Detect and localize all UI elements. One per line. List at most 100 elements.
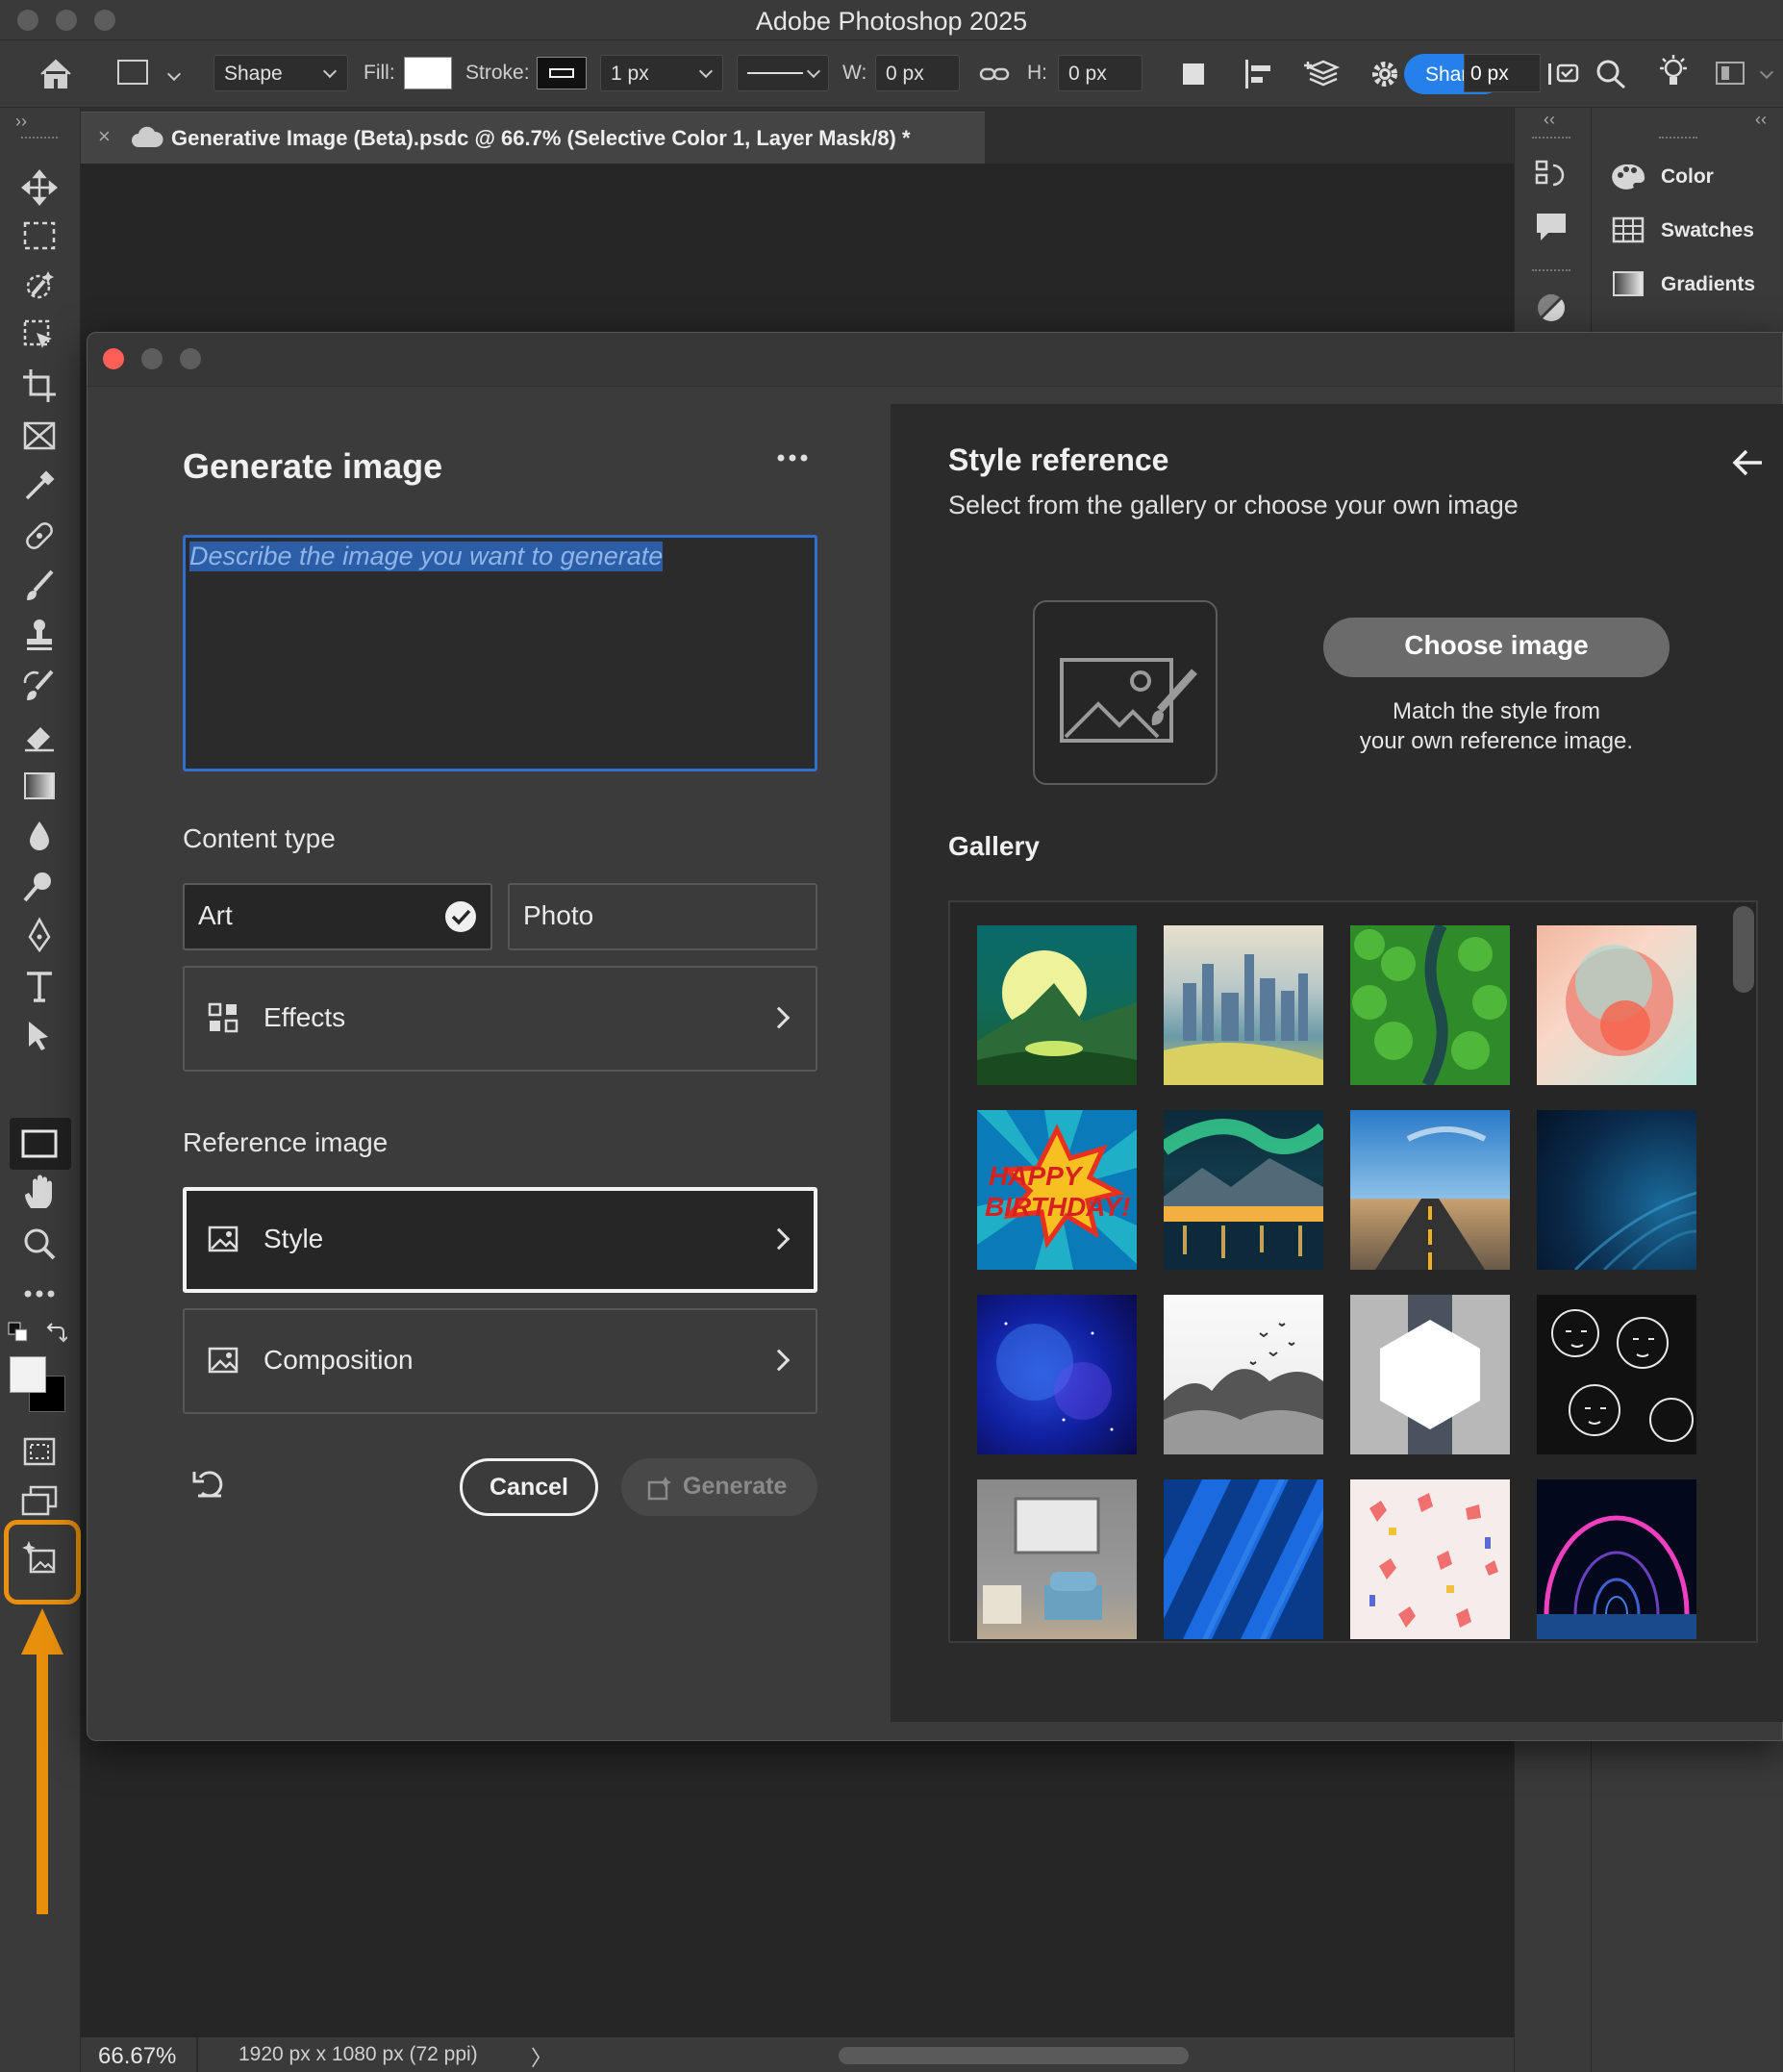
shape-rect-icon[interactable]: [117, 60, 148, 85]
generate-image-tool-icon[interactable]: [19, 1537, 60, 1578]
gallery-item-forest-river[interactable]: [1350, 925, 1510, 1085]
gallery-item-happy-birthday-comic[interactable]: HAPPY BIRTHDAY!: [977, 1110, 1137, 1270]
hand-tool-icon[interactable]: [19, 1174, 60, 1214]
dialog-minimize-button[interactable]: [141, 348, 163, 369]
marquee-tool-icon[interactable]: [19, 215, 60, 256]
dodge-tool-icon[interactable]: [19, 866, 60, 906]
upload-image-placeholder[interactable]: [1033, 600, 1218, 785]
panel-item-gradients[interactable]: Gradients: [1592, 264, 1783, 308]
gallery-item-city-aerial[interactable]: [1164, 925, 1323, 1085]
pen-tool-icon[interactable]: [19, 916, 60, 956]
back-arrow-icon[interactable]: [1731, 448, 1764, 477]
composition-reference-button[interactable]: Composition: [183, 1308, 817, 1414]
eraser-tool-icon[interactable]: [19, 716, 60, 756]
content-type-art[interactable]: Art: [183, 883, 492, 950]
chevron-down-icon[interactable]: [1759, 64, 1774, 80]
comment-icon[interactable]: [1546, 60, 1581, 88]
birthday-text-1: HAPPY: [989, 1161, 1084, 1191]
workspace-icon[interactable]: [1716, 62, 1745, 85]
zoom-tool-icon[interactable]: [19, 1224, 60, 1264]
healing-brush-tool-icon[interactable]: [19, 516, 60, 556]
width-label: W:: [842, 62, 867, 84]
stroke-swatch[interactable]: [537, 57, 587, 89]
content-type-photo[interactable]: Photo: [508, 883, 817, 950]
collapse-panels-icon[interactable]: ‹‹: [1755, 110, 1767, 130]
adjustments-panel-icon[interactable]: [1534, 291, 1569, 325]
stroke-width-select[interactable]: 1 px: [600, 55, 723, 91]
document-tab[interactable]: × Generative Image (Beta).psdc @ 66.7% (…: [81, 112, 985, 164]
panel-item-color[interactable]: Color: [1592, 156, 1783, 200]
history-brush-tool-icon[interactable]: [19, 666, 60, 706]
gallery-item-blue-nebula[interactable]: [977, 1295, 1137, 1454]
quick-mask-icon[interactable]: [19, 1431, 60, 1472]
home-icon[interactable]: [38, 58, 73, 90]
gallery-item-neon-tunnel[interactable]: [1537, 1479, 1696, 1639]
effects-button[interactable]: Effects: [183, 966, 817, 1072]
share-overlay-value: 0 px: [1464, 54, 1541, 92]
more-tools-icon[interactable]: [19, 1274, 60, 1314]
frame-tool-icon[interactable]: [19, 416, 60, 456]
swap-colors-icon[interactable]: [44, 1322, 67, 1343]
collapse-toolbar-icon[interactable]: ››: [15, 112, 27, 132]
path-alignment-icon[interactable]: [1243, 58, 1275, 90]
crop-tool-icon[interactable]: [19, 366, 60, 406]
collapse-strip-icon[interactable]: ‹‹: [1544, 110, 1555, 130]
rectangle-tool-icon[interactable]: [19, 1124, 60, 1164]
choose-image-button[interactable]: Choose image: [1323, 618, 1670, 677]
tool-mode-value: Shape: [224, 63, 283, 85]
tool-mode-select[interactable]: Shape: [213, 55, 348, 91]
gallery-item-white-hexagon[interactable]: [1350, 1295, 1510, 1454]
move-tool-icon[interactable]: [19, 167, 60, 208]
gallery-scrollbar[interactable]: [1733, 906, 1754, 993]
chevron-down-icon[interactable]: [166, 66, 182, 82]
lightbulb-icon[interactable]: [1656, 54, 1691, 90]
gallery-item-moon-landscape[interactable]: [977, 925, 1137, 1085]
gallery-item-desert-road[interactable]: [1350, 1110, 1510, 1270]
comments-panel-icon[interactable]: [1534, 210, 1569, 244]
path-selection-tool-icon[interactable]: [19, 1016, 60, 1056]
object-selection-tool-icon[interactable]: [19, 265, 60, 306]
more-options-icon[interactable]: [775, 448, 810, 467]
gallery-item-blue-stripes[interactable]: [1164, 1479, 1323, 1639]
cancel-button[interactable]: Cancel: [460, 1458, 598, 1516]
brush-tool-icon[interactable]: [19, 566, 60, 606]
prompt-textarea[interactable]: Describe the image you want to generate: [183, 535, 817, 771]
gallery-item-hands-pattern[interactable]: [1350, 1479, 1510, 1639]
reset-icon[interactable]: [192, 1466, 227, 1499]
chevron-right-icon: [767, 1006, 791, 1029]
path-arrangement-icon[interactable]: [1302, 56, 1341, 92]
dialog-close-button[interactable]: [103, 348, 124, 369]
blur-tool-icon[interactable]: [19, 816, 60, 856]
gallery-item-aurora-harbor[interactable]: [1164, 1110, 1323, 1270]
close-tab-icon[interactable]: ×: [98, 124, 111, 149]
clone-stamp-tool-icon[interactable]: [19, 616, 60, 656]
fill-swatch[interactable]: [404, 57, 452, 89]
screen-mode-icon[interactable]: [19, 1481, 60, 1522]
horizontal-scrollbar[interactable]: [839, 2047, 1189, 2064]
gallery-item-line-art-faces[interactable]: [1537, 1295, 1696, 1454]
default-colors-icon[interactable]: [8, 1322, 29, 1343]
gallery-item-ink-mountains[interactable]: [1164, 1295, 1323, 1454]
width-input[interactable]: 0 px: [875, 55, 960, 91]
style-reference-button[interactable]: Style: [183, 1187, 817, 1293]
eyedropper-tool-icon[interactable]: [19, 466, 60, 506]
history-panel-icon[interactable]: [1534, 158, 1569, 192]
dialog-zoom-button[interactable]: [180, 348, 201, 369]
gradient-tool-icon[interactable]: [19, 766, 60, 806]
gallery-item-pastel-gradient[interactable]: [1537, 925, 1696, 1085]
gallery-item-room-interior[interactable]: [977, 1479, 1137, 1639]
zoom-level[interactable]: 66.67%: [98, 2043, 176, 2070]
height-input[interactable]: 0 px: [1058, 55, 1143, 91]
gear-icon[interactable]: [1369, 59, 1400, 89]
path-operations-icon[interactable]: [1179, 60, 1210, 88]
gallery-item-dark-blue-abstract[interactable]: [1537, 1110, 1696, 1270]
foreground-color-swatch[interactable]: [10, 1356, 46, 1393]
stroke-style-select[interactable]: [737, 55, 829, 91]
search-icon[interactable]: [1595, 58, 1629, 90]
generate-button[interactable]: Generate: [621, 1458, 817, 1516]
object-select-tool-icon[interactable]: [19, 316, 60, 356]
link-icon[interactable]: [979, 62, 1010, 87]
status-expand-icon[interactable]: 〉: [531, 2041, 552, 2072]
type-tool-icon[interactable]: [19, 966, 60, 1006]
panel-item-swatches[interactable]: Swatches: [1592, 210, 1783, 254]
